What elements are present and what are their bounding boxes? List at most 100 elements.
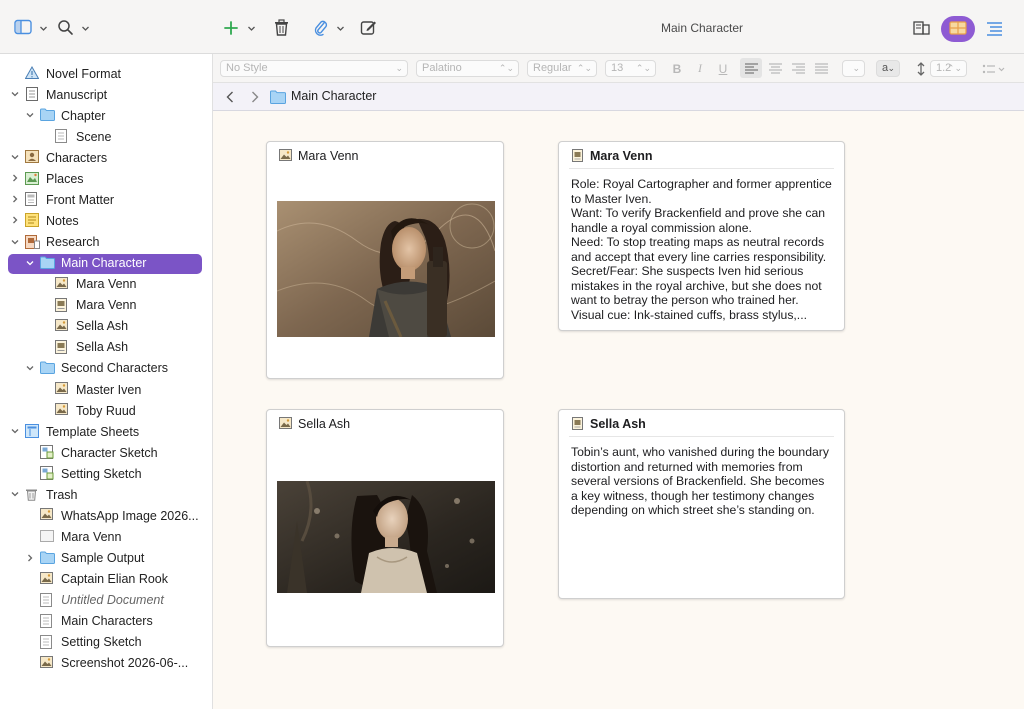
align-center-button[interactable] [767,60,783,77]
document-icon [40,592,54,607]
binder-item[interactable]: Untitled Document [0,590,213,611]
back-arrow-icon[interactable] [224,90,236,104]
add-icon[interactable] [223,20,239,36]
font-weight-select[interactable]: Regular ⌃⌄ [527,60,597,77]
image-icon [40,508,54,522]
card-image-mara-venn [276,201,496,338]
chevron-right-icon[interactable] [10,173,20,183]
chevron-down-icon[interactable] [246,23,256,33]
chevron-right-icon[interactable] [10,215,20,225]
binder-item[interactable]: Chapter [0,105,213,126]
card-divider [569,436,834,437]
card-title: Mara Venn [298,149,359,163]
line-spacing-select[interactable]: 1.2 ⌃⌄ [930,60,967,77]
inspector-compose-icon[interactable] [913,20,930,36]
font-size-select[interactable]: 13 ⌃⌄ [605,60,656,77]
align-left-button[interactable] [740,58,762,78]
binder-item[interactable]: Front Matter [0,189,213,210]
binder-item[interactable]: Template Sheets [0,421,213,442]
italic-button[interactable]: I [693,60,707,77]
binder-item[interactable]: Main Characters [0,611,213,632]
binder-item[interactable]: Manuscript [0,84,213,105]
binder-item[interactable]: Mara Venn [0,274,213,295]
folder-icon [40,361,55,375]
binder-item-label: Mara Venn [76,277,137,292]
index-card[interactable]: Sella Ash [266,409,504,647]
binder-item[interactable]: Sella Ash [0,316,213,337]
corkboard-view-button[interactable] [941,16,975,42]
binder-item-label: Front Matter [46,192,115,207]
text-color-select[interactable]: a ⌄ [876,60,900,77]
binder-item[interactable]: Scene [0,126,213,147]
binder-item-label: Main Characters [61,614,153,629]
image-icon [279,417,292,429]
chevron-right-icon[interactable] [25,553,35,563]
sketch-icon [40,466,54,481]
character-icon [25,150,39,164]
binder-item-label: Master Iven [76,382,142,397]
outline-icon[interactable] [986,20,1003,36]
binder-item[interactable]: Second Characters [0,358,213,379]
binder-item[interactable]: Trash [0,484,213,505]
align-right-button[interactable] [790,60,806,77]
sidebar-icon[interactable] [14,19,32,35]
binder-item-label: Research [46,235,100,250]
binder-item[interactable]: Sella Ash [0,337,213,358]
chevron-down-icon[interactable] [25,110,35,120]
document-icon [55,129,69,144]
binder-item[interactable]: Toby Ruud [0,400,213,421]
image-doc-icon [55,297,69,312]
binder-item[interactable]: Sample Output [0,548,213,569]
list-style-button[interactable] [980,60,1008,77]
binder-item[interactable]: Places [0,168,213,189]
image-icon [55,403,69,417]
search-icon[interactable] [57,19,74,36]
highlight-color-select[interactable]: ⌄ [842,60,865,77]
binder-item[interactable]: Mara Venn [0,527,213,548]
binder-item-label: Sella Ash [76,340,129,355]
chevron-down-icon[interactable] [10,237,20,247]
document-icon [40,634,54,649]
binder-item[interactable]: Master Iven [0,379,213,400]
chevron-down-icon[interactable] [80,23,90,33]
binder-item[interactable]: Novel Format [0,63,213,84]
chevron-down-icon[interactable] [38,23,48,33]
paragraph-style-select[interactable]: No Style ⌄ [220,60,408,77]
binder-item[interactable]: Character Sketch [0,442,213,463]
chevron-right-icon[interactable] [10,194,20,204]
index-card[interactable]: Sella Ash Tobin’s aunt, who vanished dur… [558,409,845,599]
binder-item[interactable]: Setting Sketch [0,463,213,484]
card-divider [569,168,834,169]
chevron-down-icon[interactable] [10,89,20,99]
index-card[interactable]: Mara Venn Role: Royal Cartographer and f… [558,141,845,331]
binder-item-label: Toby Ruud [76,403,136,418]
chevron-down-icon[interactable] [10,152,20,162]
chevron-down-icon[interactable] [10,489,20,499]
binder-item[interactable]: Screenshot 2026-06-... [0,653,213,674]
bold-button[interactable]: B [670,60,684,77]
binder-item[interactable]: Mara Venn [0,295,213,316]
binder-item[interactable]: WhatsApp Image 2026... [0,505,213,526]
chevron-down-icon[interactable] [335,23,345,33]
binder-item[interactable]: Setting Sketch [0,632,213,653]
weight-value: Regular [533,62,572,74]
binder-item[interactable]: Research [0,232,213,253]
card-synopsis: Tobin’s aunt, who vanished during the bo… [571,445,829,517]
style-value: No Style [226,62,268,74]
justify-button[interactable] [813,60,829,77]
attachment-icon[interactable] [313,19,329,37]
binder-item[interactable]: Notes [0,210,213,231]
compose-icon[interactable] [360,19,377,36]
forward-arrow-icon[interactable] [249,90,261,104]
binder-item[interactable]: Main Character [0,253,213,274]
chevron-down-icon[interactable] [25,363,35,373]
underline-button[interactable]: U [716,60,730,77]
binder-item[interactable]: Captain Elian Rook [0,569,213,590]
binder-item[interactable]: Characters [0,147,213,168]
chevron-down-icon[interactable] [25,258,35,268]
index-card[interactable]: Mara Venn [266,141,504,379]
binder-item-label: Setting Sketch [61,635,142,650]
trash-icon[interactable] [274,19,289,36]
chevron-down-icon[interactable] [10,426,20,436]
font-family-select[interactable]: Palatino ⌃⌄ [416,60,519,77]
